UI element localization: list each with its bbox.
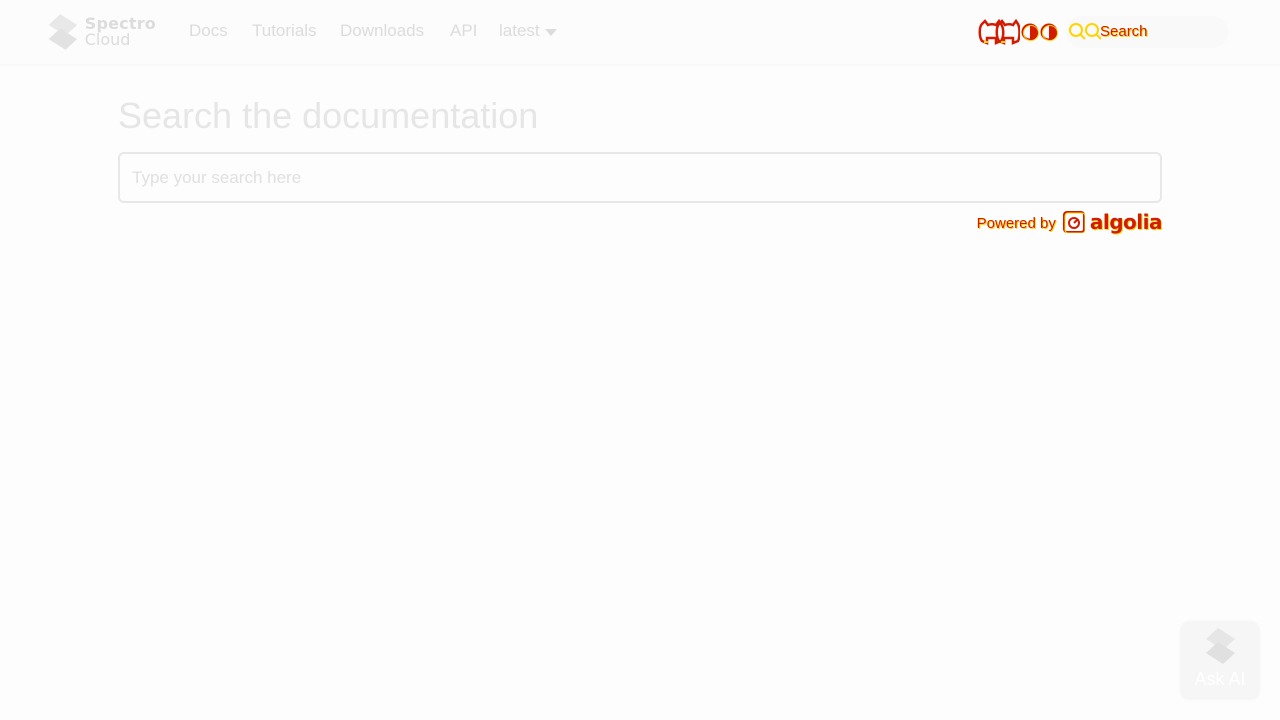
theme-toggle-icon[interactable]	[1021, 22, 1061, 42]
algolia-attribution-link[interactable]: Powered by algolia	[976, 209, 1163, 235]
navbar-search-label: Search	[1100, 23, 1148, 40]
nav-link-docs[interactable]: Docs	[189, 20, 228, 42]
nav-link-tutorials[interactable]: Tutorials	[252, 20, 317, 42]
nav-link-api[interactable]: API	[450, 20, 477, 42]
algolia-wordmark: algolia	[1089, 210, 1163, 234]
ask-ai-button[interactable]: Ask AI	[1181, 621, 1259, 698]
chevron-down-icon	[544, 28, 557, 36]
spectro-cloud-logo-icon	[1206, 628, 1235, 664]
github-icon[interactable]	[978, 19, 1020, 45]
ask-ai-label: Ask AI	[1194, 669, 1246, 689]
logo-text: Spectro Cloud	[85, 16, 156, 48]
navbar-search-button[interactable]: Search	[1066, 16, 1228, 48]
version-dropdown[interactable]: latest	[499, 20, 557, 42]
algolia-logo-icon	[1062, 211, 1085, 233]
navbar: Spectro Cloud Docs Tutorials Downloads A…	[0, 0, 1280, 64]
spectro-cloud-logo-icon	[48, 14, 78, 50]
search-input[interactable]	[118, 152, 1162, 203]
powered-by-label: Powered by	[976, 215, 1056, 232]
nav-link-downloads[interactable]: Downloads	[340, 20, 424, 42]
logo-line2: Cloud	[84, 30, 131, 49]
page-title: Search the documentation	[118, 95, 539, 136]
site-logo[interactable]: Spectro Cloud	[46, 11, 156, 53]
version-dropdown-label: latest	[499, 21, 540, 40]
